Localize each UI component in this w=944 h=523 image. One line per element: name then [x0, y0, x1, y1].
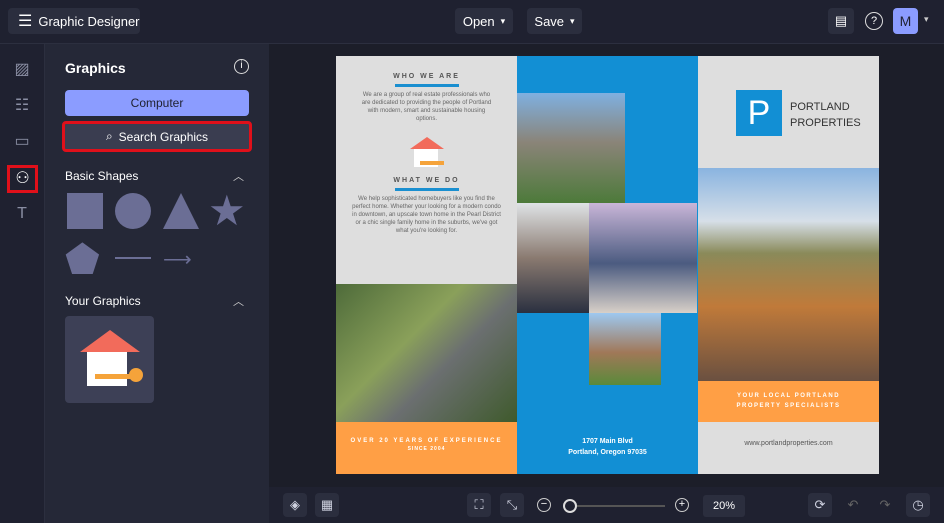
house-key-graphic[interactable] — [65, 316, 154, 403]
app-title: Graphic Designer — [38, 13, 140, 29]
comment-icon: ▤ — [834, 13, 848, 28]
panel-title: Graphics — [65, 60, 126, 76]
house-photo-1 — [517, 93, 625, 203]
star-shape[interactable]: ★ — [208, 186, 246, 235]
menu-button[interactable]: ☰ Graphic Designer — [8, 8, 140, 34]
layers-icon[interactable]: ◈ — [283, 493, 307, 517]
image-icon[interactable]: ▨ — [10, 58, 34, 82]
tagline-line-1: YOUR LOCAL PORTLAND — [736, 393, 841, 399]
basic-shapes-heading: Basic Shapes — [65, 169, 139, 183]
grid-icon[interactable]: ▦ — [315, 493, 339, 517]
brand-line-1: PORTLAND — [790, 101, 850, 113]
who-text: We are a group of real estate profession… — [361, 92, 492, 122]
your-graphics-heading: Your Graphics — [65, 294, 141, 308]
top-bar: ☰ Graphic Designer Open ▾ Save ▾ ▤ ? M ▾ — [0, 0, 944, 44]
open-label: Open — [462, 13, 495, 29]
arrow-shape[interactable]: ⟶ — [163, 247, 192, 272]
text-icon[interactable]: T — [10, 202, 34, 226]
address: 1707 Main Blvd Portland, Oregon 97035 — [517, 436, 698, 458]
fit-screen-icon[interactable]: ⛶ — [467, 493, 491, 517]
experience-banner: OVER 20 YEARS OF EXPERIENCE SINCE 2004 — [336, 422, 517, 474]
redo-icon[interactable]: ↷ — [873, 493, 897, 517]
address-line-1: 1707 Main Blvd — [582, 438, 633, 445]
experience-text: OVER 20 YEARS OF EXPERIENCE — [350, 438, 503, 444]
info-icon[interactable]: i — [234, 59, 249, 74]
who-title: WHO WE ARE — [393, 73, 460, 80]
what-title: WHAT WE DO — [393, 177, 460, 184]
undo-icon[interactable]: ↶ — [841, 493, 865, 517]
brochure[interactable]: WHO WE ARE We are a group of real estate… — [336, 56, 879, 474]
graphics-icon[interactable]: ⚇ — [7, 165, 38, 193]
chevron-down-icon: ▾ — [570, 15, 575, 26]
zoom-out-icon[interactable]: − — [537, 498, 551, 512]
key-head-icon — [129, 368, 143, 382]
zoom-value[interactable]: 20% — [703, 495, 745, 517]
divider — [394, 84, 459, 87]
house-roof-icon — [80, 330, 140, 352]
shrink-icon[interactable]: ⤡ — [500, 493, 524, 517]
house-icon — [87, 352, 127, 386]
layout-icon[interactable]: ▭ — [10, 130, 34, 154]
computer-button[interactable]: Computer — [65, 90, 249, 116]
save-button[interactable]: Save ▾ — [527, 8, 582, 34]
agents-photo — [517, 203, 589, 313]
line-shape[interactable] — [115, 257, 151, 259]
house-photo-3 — [589, 313, 661, 385]
square-shape[interactable] — [67, 193, 103, 229]
zoom-slider-handle[interactable] — [563, 499, 577, 513]
search-icon: ⌕ — [105, 129, 113, 143]
search-graphics-button[interactable]: ⌕ Search Graphics — [62, 121, 252, 152]
graphics-panel: Graphics i Computer ⌕ Search Graphics Bas… — [45, 44, 269, 523]
open-button[interactable]: Open ▾ — [455, 8, 513, 34]
middle-panel: 1707 Main Blvd Portland, Oregon 97035 — [517, 56, 698, 474]
help-icon: ? — [870, 15, 878, 27]
what-text: We help sophisticated homebuyers like yo… — [352, 196, 501, 234]
tool-rail: ▨ ☷ ▭ ⚇ T — [0, 44, 45, 523]
triangle-shape[interactable] — [163, 193, 199, 229]
website: www.portlandproperties.com — [744, 440, 833, 447]
house-photo-2 — [589, 203, 697, 313]
aerial-neighborhood-photo — [336, 284, 517, 422]
adjust-icon[interactable]: ☷ — [10, 94, 34, 118]
comments-button[interactable]: ▤ — [828, 8, 854, 34]
chevron-down-icon[interactable]: ▾ — [924, 14, 929, 25]
brand-line-2: PROPERTIES — [790, 117, 861, 129]
divider — [394, 188, 459, 191]
save-label: Save — [534, 13, 565, 29]
circle-shape[interactable] — [115, 193, 151, 229]
history-icon[interactable]: ◷ — [906, 493, 930, 517]
zoom-slider[interactable] — [565, 505, 665, 507]
house-key-icon — [409, 137, 444, 169]
chevron-down-icon: ▾ — [500, 15, 506, 26]
since-text: SINCE 2004 — [407, 446, 446, 452]
search-label: Search Graphics — [118, 129, 209, 144]
tagline-banner: YOUR LOCAL PORTLAND PROPERTY SPECIALISTS — [698, 381, 879, 422]
tagline-line-2: PROPERTY SPECIALISTS — [736, 403, 841, 409]
avatar[interactable]: M — [893, 8, 918, 34]
address-line-2: Portland, Oregon 97035 — [568, 449, 647, 456]
bottom-toolbar: ◈ ▦ ⛶ ⤡ − + 20% ⟳ ↶ ↷ ◷ — [269, 487, 944, 523]
zoom-in-icon[interactable]: + — [675, 498, 689, 512]
city-aerial-photo — [698, 168, 879, 381]
hamburger-icon: ☰ — [18, 13, 33, 30]
right-panel: P PORTLAND PROPERTIES YOUR LOCAL PORTLAN… — [698, 56, 879, 474]
logo: P — [736, 90, 782, 136]
help-button[interactable]: ? — [865, 12, 883, 30]
refresh-icon[interactable]: ⟳ — [808, 493, 832, 517]
pentagon-shape[interactable]: ⬟ — [65, 240, 100, 280]
left-panel: WHO WE ARE We are a group of real estate… — [336, 56, 517, 474]
chevron-up-icon[interactable]: ︿ — [233, 168, 244, 184]
brand-name: PORTLAND PROPERTIES — [790, 99, 861, 131]
chevron-up-icon[interactable]: ︿ — [233, 293, 244, 309]
